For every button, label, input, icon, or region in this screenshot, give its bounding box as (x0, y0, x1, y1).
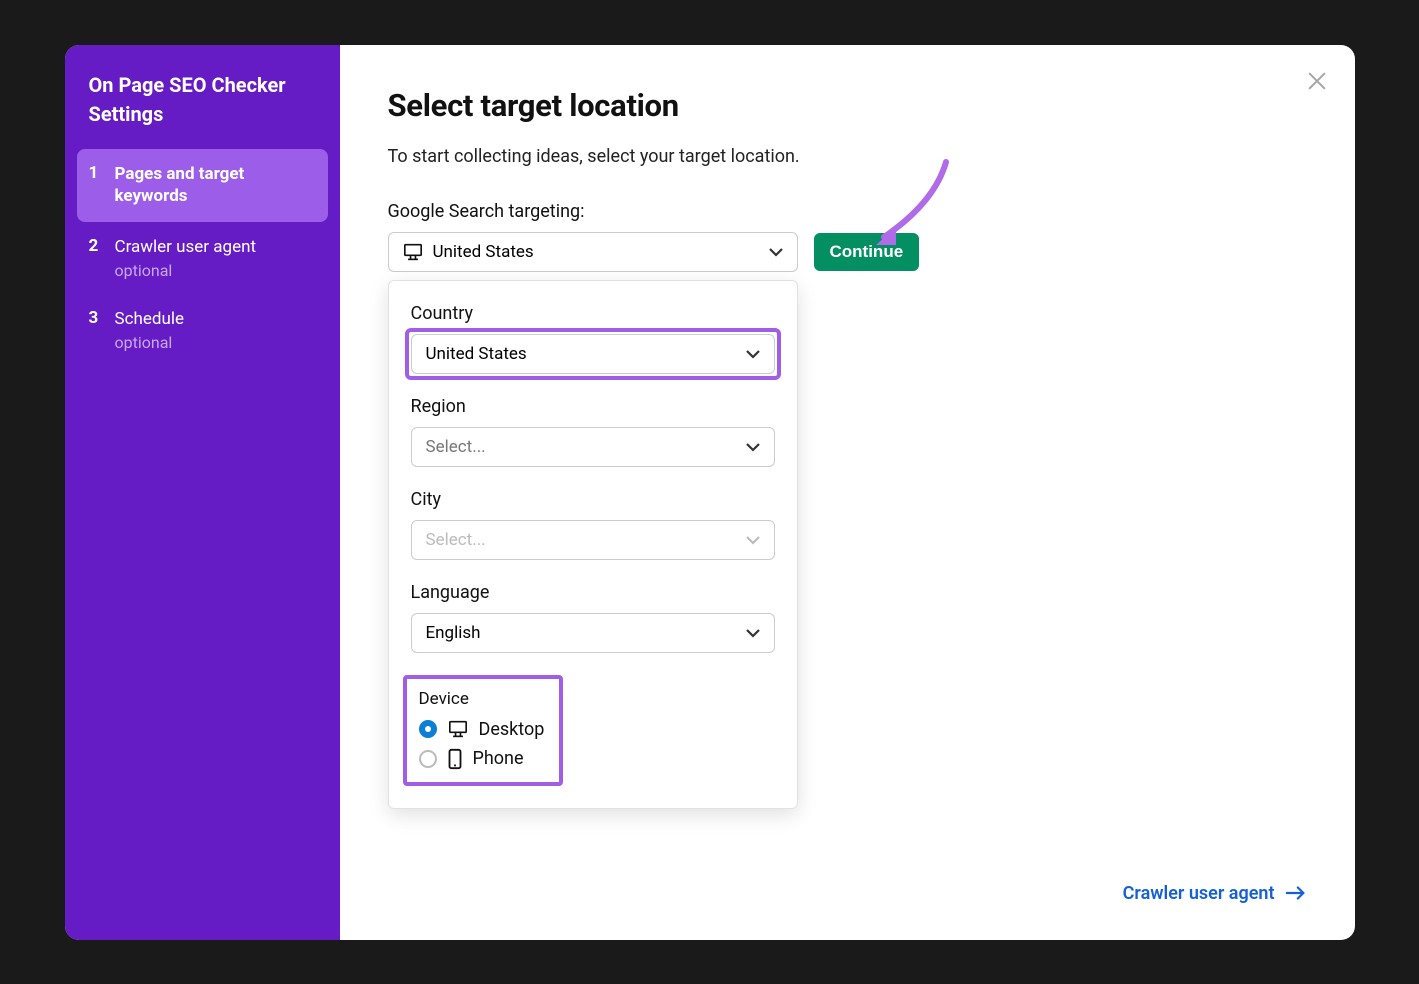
step-label: Pages and target keywords (115, 163, 316, 209)
sidebar-step-pages-keywords[interactable]: 1 Pages and target keywords (77, 149, 328, 223)
step-number: 1 (89, 163, 103, 209)
radio-icon (419, 750, 437, 768)
next-step-link[interactable]: Crawler user agent (1123, 883, 1307, 904)
chevron-down-icon (769, 242, 783, 262)
target-location-select[interactable]: United States (388, 232, 798, 272)
step-optional: optional (115, 261, 257, 280)
desktop-icon (447, 720, 469, 738)
region-select[interactable]: Select... (411, 427, 775, 467)
country-select[interactable]: United States (411, 334, 775, 374)
desktop-icon (403, 243, 423, 261)
language-select[interactable]: English (411, 613, 775, 653)
sidebar: On Page SEO Checker Settings 1 Pages and… (65, 45, 340, 940)
language-value: English (426, 623, 481, 643)
chevron-down-icon (746, 344, 760, 364)
next-step-label: Crawler user agent (1123, 883, 1275, 904)
device-highlight: Device Desktop (403, 675, 563, 786)
language-label: Language (411, 582, 775, 603)
step-label: Crawler user agent (115, 236, 257, 259)
phone-icon (447, 748, 463, 770)
settings-modal: On Page SEO Checker Settings 1 Pages and… (65, 45, 1355, 940)
close-button[interactable] (1299, 63, 1335, 99)
region-label: Region (411, 396, 775, 417)
country-highlight: United States (405, 328, 781, 380)
step-number: 2 (89, 236, 103, 280)
country-label: Country (411, 303, 775, 324)
sidebar-step-crawler-agent[interactable]: 2 Crawler user agent optional (77, 222, 328, 294)
chevron-down-icon (746, 437, 760, 457)
page-title: Select target location (388, 87, 1307, 124)
radio-icon (419, 720, 437, 738)
chevron-down-icon (746, 530, 760, 550)
device-radio-desktop[interactable]: Desktop (419, 719, 547, 740)
region-placeholder: Select... (426, 437, 486, 457)
targeting-label: Google Search targeting: (388, 201, 1307, 222)
page-subtitle: To start collecting ideas, select your t… (388, 146, 1307, 167)
device-label: Device (419, 689, 547, 709)
main-panel: Select target location To start collecti… (340, 45, 1355, 940)
step-label: Schedule (115, 308, 184, 331)
country-value: United States (426, 344, 527, 364)
target-location-value: United States (433, 242, 534, 262)
step-optional: optional (115, 333, 184, 352)
device-radio-phone[interactable]: Phone (419, 748, 547, 770)
city-select[interactable]: Select... (411, 520, 775, 560)
sidebar-step-schedule[interactable]: 3 Schedule optional (77, 294, 328, 366)
city-label: City (411, 489, 775, 510)
device-desktop-label: Desktop (479, 719, 545, 740)
chevron-down-icon (746, 623, 760, 643)
step-number: 3 (89, 308, 103, 352)
continue-button[interactable]: Continue (814, 233, 920, 271)
arrow-right-icon (1285, 885, 1307, 901)
close-icon (1306, 70, 1328, 92)
city-placeholder: Select... (426, 530, 486, 550)
device-phone-label: Phone (473, 748, 524, 769)
sidebar-title: On Page SEO Checker Settings (77, 71, 328, 149)
location-dropdown-panel: Country United States Region Select... (388, 280, 798, 809)
